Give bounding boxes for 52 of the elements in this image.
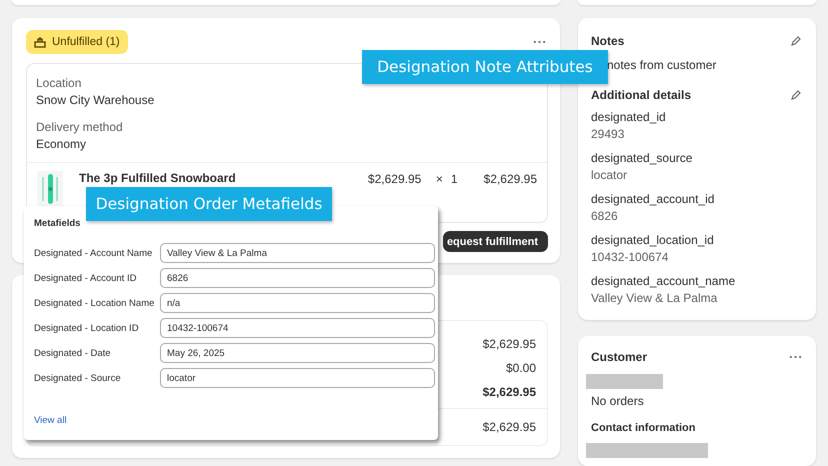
card-title: Customer <box>591 350 648 364</box>
line-total: $2,629.95 <box>484 171 537 188</box>
package-icon <box>34 36 46 48</box>
field-label: Designated - Source <box>34 372 122 384</box>
attribute-value: 10432-100674 <box>591 249 670 266</box>
product-title[interactable]: The 3p Fulfilled Snowboard <box>79 171 236 186</box>
callout-label: Designation Order Metafields <box>86 187 332 221</box>
amount: $2,629.95 <box>482 384 536 401</box>
input-field[interactable]: 6826 <box>160 268 435 288</box>
attribute-name: designated_source <box>591 150 694 167</box>
field-label: Designated - Location ID <box>34 322 140 334</box>
attribute-name: designated_location_id <box>591 232 715 249</box>
field-label: Designated - Account Name <box>34 248 154 258</box>
attribute-name: designated_account_id <box>591 191 716 208</box>
field-label: Designated - Location Name <box>34 298 156 308</box>
section-title: Contact information <box>590 422 696 434</box>
view-all-link[interactable]: View all <box>34 415 67 426</box>
attribute-value: 29493 <box>591 126 626 143</box>
attribute-value: locator <box>591 167 628 184</box>
more-icon[interactable] <box>789 355 802 359</box>
input-field[interactable]: May 26, 2025 <box>160 343 435 363</box>
input-field[interactable]: Valley View & La Palma <box>160 243 435 263</box>
field-value: Snow City Warehouse <box>36 92 156 109</box>
amount: $2,629.95 <box>482 419 536 436</box>
request-fulfillment-button[interactable]: equest fulfillment <box>442 231 548 252</box>
pencil-icon[interactable] <box>790 89 802 101</box>
order-count: No orders <box>590 394 645 408</box>
amount: $2,629.95 <box>482 336 536 353</box>
panel-title: Metafields <box>34 218 82 229</box>
attribute-name: designated_id <box>591 109 667 126</box>
attribute-name: designated_account_name <box>591 273 736 290</box>
field-label: Location <box>36 75 82 92</box>
attribute-value: Valley View & La Palma <box>591 290 718 307</box>
amount: $0.00 <box>506 360 536 377</box>
callout-label: Designation Note Attributes <box>362 50 608 84</box>
field-label: Delivery method <box>36 119 124 136</box>
input-field[interactable]: n/a <box>160 293 435 313</box>
more-icon[interactable] <box>533 40 546 44</box>
input-field[interactable]: locator <box>160 368 435 388</box>
field-label: Designated - Date <box>34 348 112 358</box>
section-title: Additional details <box>591 88 692 102</box>
pencil-icon[interactable] <box>790 35 802 47</box>
field-label: Designated - Account ID <box>34 272 138 284</box>
attribute-value: 6826 <box>591 208 619 225</box>
multiply-sign: × <box>436 171 444 188</box>
field-value: Economy <box>36 136 88 153</box>
notes-text: notes from customer <box>606 58 718 72</box>
unit-price: $2,629.95 <box>368 171 422 188</box>
quantity: 1 <box>450 171 458 188</box>
input-field[interactable]: 10432-100674 <box>160 318 435 338</box>
card-title: Notes <box>591 34 624 48</box>
status-badge: Unfulfilled (1) <box>26 30 128 54</box>
